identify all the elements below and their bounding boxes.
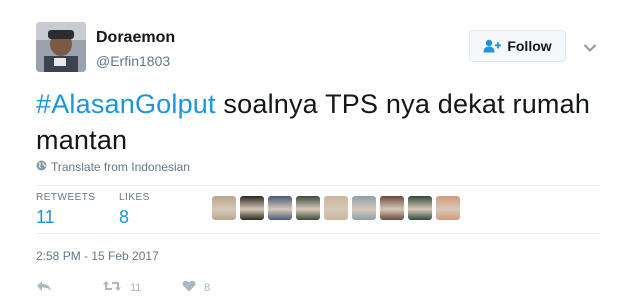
avatar-photo-icon [36, 22, 86, 72]
like-action-count: 8 [204, 281, 211, 294]
liker-avatar[interactable] [352, 196, 376, 220]
reply-icon [36, 280, 52, 295]
liker-avatar[interactable] [324, 196, 348, 220]
timestamp[interactable]: 2:58 PM - 15 Feb 2017 [36, 249, 159, 263]
divider [36, 233, 599, 234]
globe-icon [36, 160, 47, 174]
liker-avatar[interactable] [436, 196, 460, 220]
avatar[interactable] [36, 22, 86, 72]
liker-avatar[interactable] [212, 196, 236, 220]
action-bar: 11 8 [36, 280, 210, 295]
add-user-icon [483, 39, 502, 53]
likes-label: LIKES [119, 192, 150, 203]
likes-count: 8 [119, 207, 130, 227]
follow-label: Follow [507, 38, 552, 54]
liker-avatar[interactable] [380, 196, 404, 220]
reply-button[interactable] [36, 280, 102, 295]
liker-avatar[interactable] [268, 196, 292, 220]
retweets-count: 11 [36, 207, 55, 227]
chevron-down-icon[interactable] [583, 40, 597, 52]
retweets-stat[interactable]: RETWEETS 11 [36, 192, 96, 228]
retweet-button[interactable]: 11 [102, 280, 182, 295]
divider [36, 185, 599, 186]
retweet-icon [102, 280, 122, 295]
heart-icon [182, 280, 196, 295]
likers-list [212, 196, 460, 220]
retweet-action-count: 11 [130, 281, 142, 294]
liker-avatar[interactable] [296, 196, 320, 220]
screen-name[interactable]: @Erfin1803 [96, 53, 170, 69]
follow-button[interactable]: Follow [469, 30, 566, 62]
liker-avatar[interactable] [408, 196, 432, 220]
translate-label: Translate from Indonesian [51, 160, 190, 174]
liker-avatar[interactable] [240, 196, 264, 220]
hashtag-link[interactable]: #AlasanGolput [36, 89, 216, 119]
tweet-text: #AlasanGolput soalnya TPS nya dekat ruma… [36, 86, 616, 158]
retweets-label: RETWEETS [36, 192, 96, 203]
like-button[interactable]: 8 [182, 280, 210, 295]
translate-link[interactable]: Translate from Indonesian [36, 160, 190, 174]
likes-stat[interactable]: LIKES 8 [119, 192, 150, 228]
display-name[interactable]: Doraemon [96, 29, 175, 47]
